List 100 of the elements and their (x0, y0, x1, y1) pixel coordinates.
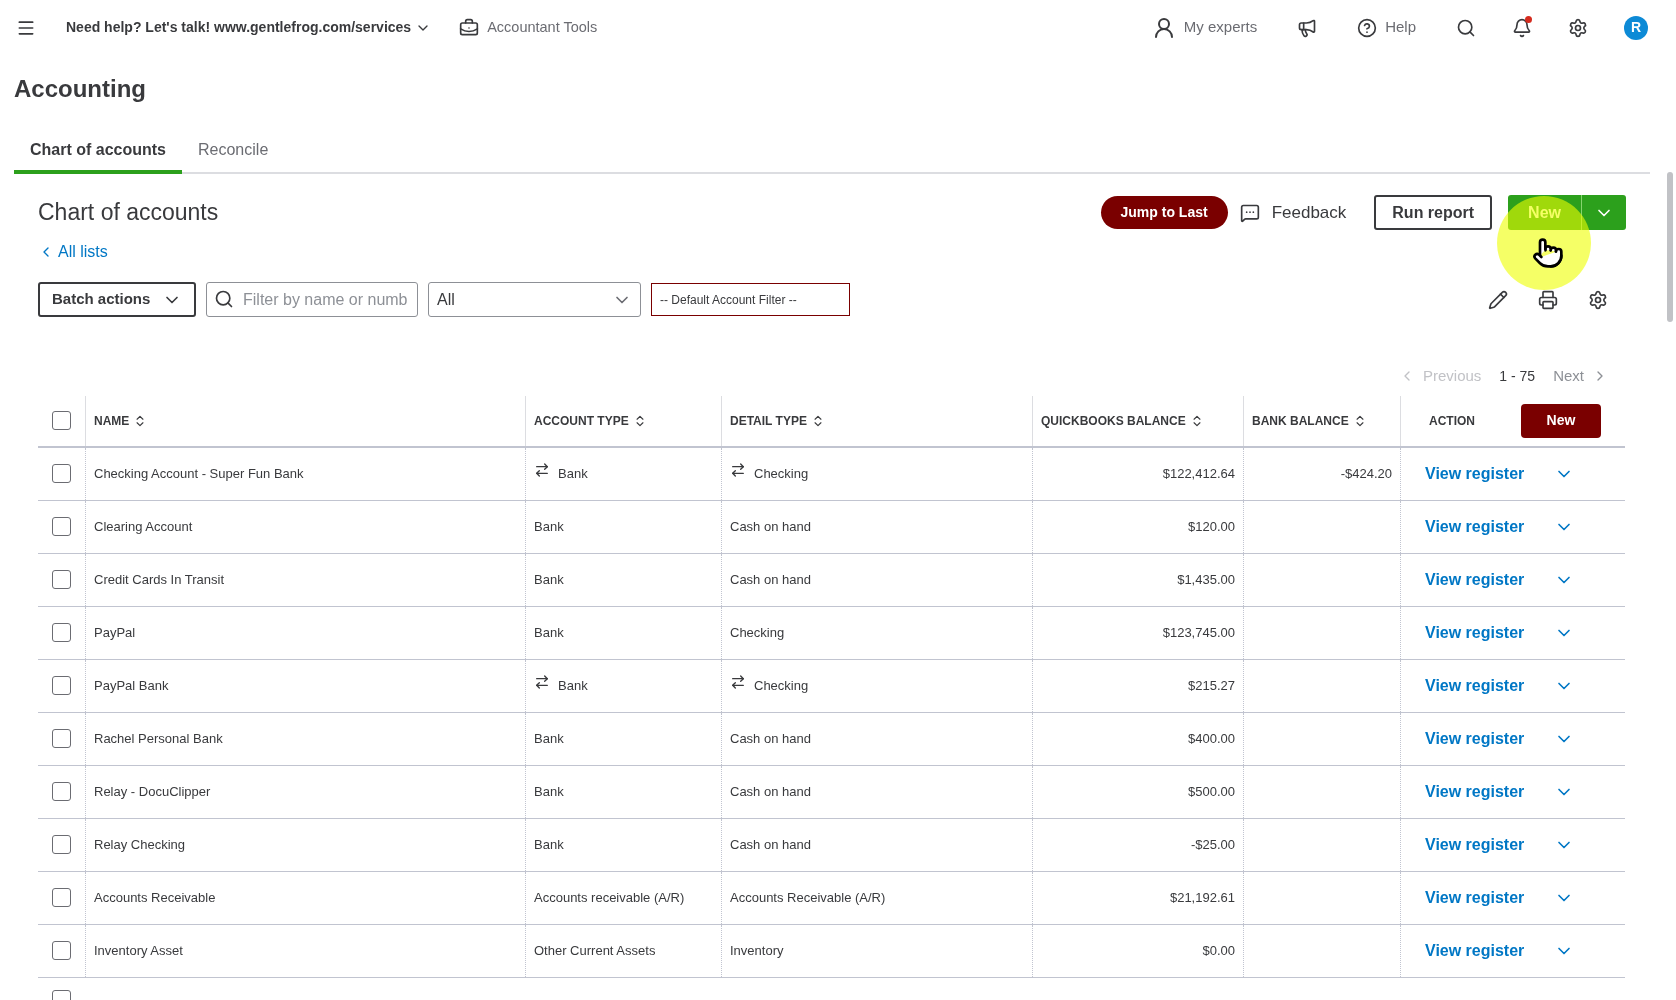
transfer-icon (730, 673, 746, 690)
search-icon[interactable] (1456, 17, 1476, 38)
table-cell-text: Cash on hand (730, 835, 811, 854)
table-cell-text: $122,412.64 (1162, 464, 1235, 483)
transfer-icon (730, 461, 746, 478)
table-cell-text: Cash on hand (730, 517, 811, 536)
hand-cursor-icon (1532, 237, 1564, 269)
view-register-link[interactable]: View register (1425, 779, 1525, 804)
table-cell-text: Cash on hand (730, 782, 811, 801)
table-cell-text: $500.00 (1188, 782, 1235, 801)
view-register-link[interactable]: View register (1425, 673, 1525, 698)
table-cell-text: Accounts Receivable (94, 888, 216, 907)
avatar[interactable]: R (1624, 15, 1648, 40)
next-button[interactable]: Next (1553, 365, 1608, 388)
feedback-button[interactable]: Feedback (1239, 199, 1347, 226)
all-lists-link[interactable]: All lists (38, 240, 108, 264)
transfer-icon (534, 461, 550, 478)
table-cell-text: Other Current Assets (534, 941, 656, 960)
table-cell-text: Cash on hand (730, 570, 811, 589)
column-header[interactable]: BANK BALANCE (1252, 411, 1367, 430)
table-cell-text: Credit Cards In Transit (94, 570, 225, 589)
table-cell-text: Inventory Asset (94, 941, 183, 960)
table-cell-text: $123,745.00 (1162, 623, 1235, 642)
view-register-link[interactable]: View register (1425, 832, 1525, 857)
table-cell-text: Bank (534, 570, 564, 589)
company-menu[interactable]: Need help? Let's talk! www.gentlefrog.com/services (66, 17, 432, 38)
table-cell-text: $215.27 (1188, 676, 1235, 695)
settings-icon[interactable] (1588, 289, 1608, 310)
column-header: ACTION (1429, 412, 1475, 430)
transfer-icon (534, 673, 550, 690)
help-button[interactable]: Help (1357, 16, 1416, 39)
print-icon[interactable] (1538, 289, 1558, 310)
checkbox[interactable] (52, 888, 71, 907)
view-register-link[interactable]: View register (1425, 726, 1525, 751)
tab[interactable]: Chart of accounts (14, 138, 182, 174)
checkbox[interactable] (52, 623, 71, 642)
checkbox[interactable] (52, 676, 71, 695)
table-cell-text: Bank (534, 729, 564, 748)
table-cell-text: Relay - DocuClipper (94, 782, 211, 801)
table-cell-text: Rachel Personal Bank (94, 729, 223, 748)
account-type-dropdown[interactable]: All (428, 282, 641, 317)
checkbox[interactable] (52, 464, 71, 483)
table-cell-text: $21,192.61 (1169, 888, 1235, 907)
column-header[interactable]: ACCOUNT TYPE (534, 411, 647, 430)
column-header[interactable]: DETAIL TYPE (730, 411, 825, 430)
settings-icon[interactable] (1568, 17, 1588, 38)
view-register-link[interactable]: View register (1425, 938, 1525, 963)
table-cell-text: Bank (558, 676, 588, 695)
pencil-icon[interactable] (1488, 289, 1508, 310)
jump-to-last-button[interactable]: Jump to Last (1100, 196, 1228, 229)
table-cell-text: Bank (534, 782, 564, 801)
table-cell-text: Checking (730, 623, 785, 642)
tab[interactable]: Reconcile (182, 138, 285, 174)
table-cell-text: Clearing Account (94, 517, 193, 536)
table-cell-text: $0.00 (1202, 941, 1235, 960)
scrollbar-thumb[interactable] (1667, 172, 1673, 322)
view-register-link[interactable]: View register (1425, 514, 1525, 539)
table-cell-text: $1,435.00 (1177, 570, 1235, 589)
view-register-link[interactable]: View register (1425, 620, 1525, 645)
table-cell-text: Bank (558, 464, 588, 483)
view-register-link[interactable]: View register (1425, 885, 1525, 910)
search-field[interactable]: Filter by name or numb (206, 282, 418, 317)
column-header[interactable]: QUICKBOOKS BALANCE (1041, 411, 1204, 430)
help-icon (1357, 17, 1378, 38)
speech-bubble-icon (1239, 202, 1260, 223)
checkbox[interactable] (52, 941, 71, 960)
table-cell-text: Checking Account - Super Fun Bank (94, 464, 304, 483)
table-cell-text: PayPal (94, 623, 136, 642)
column-header[interactable]: NAME (94, 411, 148, 430)
table-cell-text: Bank (534, 835, 564, 854)
checkbox[interactable] (52, 570, 71, 589)
table-cell-text: Bank (534, 623, 564, 642)
view-register-link[interactable]: View register (1425, 567, 1525, 592)
view-register-link[interactable]: View register (1425, 461, 1525, 486)
table-cell-text: Inventory (730, 941, 784, 960)
table-cell-text: Checking (754, 464, 809, 483)
table-cell-text: Relay Checking (94, 835, 186, 854)
batch-actions-dropdown[interactable]: Batch actions (38, 282, 196, 317)
run-report-button[interactable]: Run report (1374, 195, 1493, 230)
checkbox[interactable] (52, 835, 71, 854)
table-cell-text: Accounts Receivable (A/R) (730, 888, 886, 907)
account-filter-dropdown[interactable]: -- Default Account Filter -- (651, 283, 850, 316)
checkbox[interactable] (52, 729, 71, 748)
checkbox[interactable] (52, 517, 71, 536)
checkbox[interactable] (52, 411, 71, 430)
table-cell-text: PayPal Bank (94, 676, 169, 695)
new-account-button[interactable]: New (1521, 403, 1601, 438)
search-icon (214, 289, 234, 309)
page-range: 1 - 75 (1499, 366, 1536, 386)
checkbox[interactable] (52, 782, 71, 801)
my-experts-button[interactable]: My experts (1151, 15, 1258, 40)
table-cell-text: $120.00 (1188, 517, 1235, 536)
table-cell-text: Checking (754, 676, 809, 695)
accountant-tools-button[interactable]: Accountant Tools (459, 16, 598, 39)
table-cell-text: Bank (534, 517, 564, 536)
page-title: Accounting (13, 74, 147, 104)
megaphone-icon[interactable] (1297, 17, 1318, 38)
briefcase-icon (459, 17, 480, 38)
notification-icon[interactable] (1512, 17, 1532, 38)
table-cell-text: Cash on hand (730, 729, 811, 748)
